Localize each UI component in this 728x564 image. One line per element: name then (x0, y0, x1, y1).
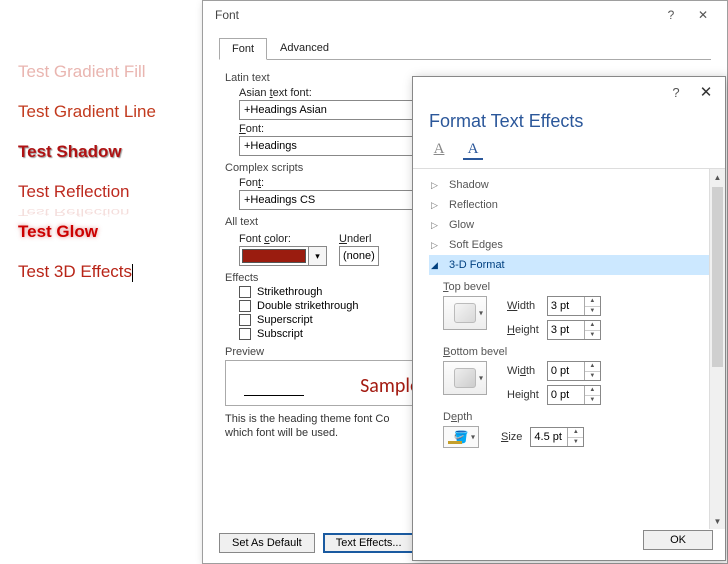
font-color-label: Font color: (239, 233, 327, 245)
underline-label: Underl (339, 233, 379, 245)
preview-underline (244, 395, 304, 396)
bottom-height-label: Height (507, 389, 539, 401)
expander-soft-edges[interactable]: ▷Soft Edges (429, 235, 719, 255)
chevron-down-icon[interactable]: ▾ (308, 247, 326, 265)
close-icon[interactable]: ✕ (687, 8, 719, 22)
sample-gradient-line: Test Gradient Line (18, 102, 156, 122)
bevel-thumb-icon (454, 368, 476, 388)
bottom-bevel-picker[interactable]: ▾ (443, 361, 487, 395)
top-bevel-picker[interactable]: ▾ (443, 296, 487, 330)
chevron-right-icon: ▷ (431, 220, 441, 231)
chevron-right-icon: ▷ (431, 240, 441, 251)
close-icon[interactable]: ✕ (691, 83, 721, 101)
tab-advanced[interactable]: Advanced (267, 37, 342, 59)
chevron-down-icon: ▾ (479, 309, 483, 318)
bottom-bevel-label: Bottom bevel (443, 346, 701, 358)
text-fill-outline-icon[interactable]: A (429, 140, 449, 160)
sample-shadow: Test Shadow (18, 142, 156, 162)
sample-text-list: Test Gradient Fill Test Gradient Line Te… (18, 62, 156, 282)
top-width-spinner[interactable]: ▲▼ (547, 296, 601, 316)
scrollbar[interactable]: ▲ ▼ (709, 169, 725, 529)
bottom-height-spinner[interactable]: ▲▼ (547, 385, 601, 405)
bottom-width-spinner[interactable]: ▲▼ (547, 361, 601, 381)
top-height-label: Height (507, 324, 539, 336)
chevron-down-icon: ◢ (431, 260, 441, 271)
font-dialog-titlebar: Font ? ✕ (203, 1, 727, 29)
fte-titlebar: ? ✕ (413, 77, 725, 107)
chevron-down-icon: ▾ (479, 374, 483, 383)
fte-heading: Format Text Effects (413, 107, 725, 138)
checkbox-icon (239, 286, 251, 298)
sample-3d: Test 3D Effects (18, 262, 156, 282)
depth-label: Depth (443, 411, 701, 423)
checkbox-icon (239, 300, 251, 312)
chevron-right-icon: ▷ (431, 200, 441, 211)
fte-category-icons: A A (413, 138, 725, 169)
sample-glow: Test Glow (18, 222, 156, 242)
expander-glow[interactable]: ▷Glow (429, 215, 719, 235)
bevel-thumb-icon (454, 303, 476, 323)
expander-shadow[interactable]: ▷Shadow (429, 175, 719, 195)
help-icon[interactable]: ? (661, 85, 691, 100)
tab-font[interactable]: Font (219, 38, 267, 60)
ok-button[interactable]: OK (643, 530, 713, 550)
font-color-combo[interactable]: ▾ (239, 246, 327, 266)
expander-reflection[interactable]: ▷Reflection (429, 195, 719, 215)
top-height-spinner[interactable]: ▲▼ (547, 320, 601, 340)
scroll-thumb[interactable] (712, 187, 723, 367)
format-text-effects-dialog: ? ✕ Format Text Effects A A ▲ ▼ ▷Shadow … (412, 76, 726, 561)
expander-3d-format[interactable]: ◢3-D Format (429, 255, 719, 275)
top-width-label: Width (507, 300, 539, 312)
scroll-up-icon[interactable]: ▲ (710, 169, 725, 185)
font-color-swatch (242, 249, 306, 263)
chevron-right-icon: ▷ (431, 180, 441, 191)
depth-color-picker[interactable]: 🪣▾ (443, 426, 479, 448)
tab-strip: Font Advanced (203, 29, 727, 59)
sample-gradient-fill: Test Gradient Fill (18, 62, 156, 82)
underline-input[interactable] (339, 246, 379, 266)
scroll-down-icon[interactable]: ▼ (710, 513, 725, 529)
help-icon[interactable]: ? (655, 8, 687, 22)
preview-sample: Sample (360, 374, 420, 398)
set-as-default-button[interactable]: Set As Default (219, 533, 315, 553)
text-effects-button[interactable]: Text Effects... (323, 533, 415, 553)
checkbox-icon (239, 328, 251, 340)
depth-size-spinner[interactable]: ▲▼ (530, 427, 584, 447)
text-effects-icon[interactable]: A (463, 140, 483, 160)
chevron-down-icon: ▾ (471, 433, 475, 442)
sample-reflection: Test Reflection (18, 182, 156, 202)
text-cursor (132, 264, 133, 282)
depth-size-label: Size (501, 431, 522, 443)
checkbox-icon (239, 314, 251, 326)
font-dialog-title: Font (211, 8, 655, 22)
bottom-width-label: Width (507, 365, 539, 377)
top-bevel-label: Top bevel (443, 281, 701, 293)
